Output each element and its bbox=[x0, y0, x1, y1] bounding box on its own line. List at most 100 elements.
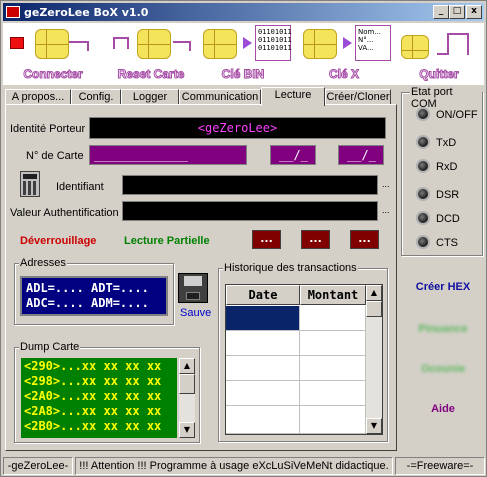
cle-x-label: Clé X bbox=[328, 67, 359, 82]
adc-value: ADC=.... bbox=[26, 296, 84, 310]
blurred-button-2[interactable]: Ocounie bbox=[403, 363, 483, 375]
arrow-right-icon bbox=[243, 37, 252, 49]
minimize-button[interactable]: _ bbox=[433, 5, 449, 19]
status-left: -geZeroLee- bbox=[3, 457, 73, 475]
led-cts-icon bbox=[416, 235, 430, 249]
led-dsr-icon bbox=[416, 187, 430, 201]
status-right: -=Freeware=- bbox=[395, 457, 485, 475]
table-cell[interactable] bbox=[300, 306, 366, 331]
app-icon bbox=[6, 6, 20, 18]
quit-button[interactable]: Quitter bbox=[397, 23, 481, 83]
scroll-thumb[interactable] bbox=[366, 301, 382, 317]
signal-label: CTS bbox=[436, 237, 458, 249]
tab-creer-cloner[interactable]: Créer/Cloner bbox=[325, 89, 391, 105]
main-window: geZeroLee BoX v1.0 _ □ x Connecter Reset… bbox=[0, 0, 487, 477]
table-cell[interactable] bbox=[226, 331, 300, 356]
cle-bin-button[interactable]: 01101011 01101011 01101011 Clé BIN bbox=[199, 23, 292, 83]
scroll-thumb[interactable] bbox=[179, 374, 195, 394]
identite-field: <geZeroLee> bbox=[89, 117, 386, 139]
connect-button[interactable]: Connecter bbox=[5, 23, 101, 83]
red-button-2[interactable]: ... bbox=[301, 230, 330, 249]
montant-column-header[interactable]: Montant bbox=[300, 285, 366, 305]
identifiant-ellipsis[interactable]: ... bbox=[382, 179, 390, 189]
tab-lecture[interactable]: Lecture bbox=[261, 87, 325, 106]
blurred-button-1[interactable]: Pinuance bbox=[403, 323, 483, 335]
title-bar[interactable]: geZeroLee BoX v1.0 _ □ x bbox=[3, 3, 484, 21]
dump-display[interactable]: <290>...xx xx xx xx <298>...xx xx xx xx … bbox=[21, 358, 177, 438]
selected-cell[interactable] bbox=[226, 306, 300, 331]
wire-icon bbox=[173, 41, 191, 51]
wire-icon bbox=[69, 41, 89, 51]
identifiant-label: Identifiant bbox=[56, 181, 104, 193]
adm-value: ADM=.... bbox=[91, 296, 149, 310]
led-on-off-icon bbox=[416, 107, 430, 121]
window-title: geZeroLee BoX v1.0 bbox=[24, 5, 149, 19]
chip-icon bbox=[137, 29, 171, 59]
num-carte-label: N° de Carte bbox=[26, 150, 84, 162]
aide-button[interactable]: Aide bbox=[403, 403, 483, 415]
table-cell[interactable] bbox=[226, 381, 300, 406]
led-dcd-icon bbox=[416, 211, 430, 225]
table-scrollbar[interactable]: ▲ ▼ bbox=[366, 285, 382, 434]
chip-icon bbox=[35, 29, 69, 59]
signal-label: DCD bbox=[436, 213, 460, 225]
dump-line: <2A8>...xx xx xx xx bbox=[24, 404, 162, 418]
creer-hex-button[interactable]: Créer HEX bbox=[403, 281, 483, 293]
identifiant-field[interactable] bbox=[122, 175, 378, 195]
floppy-icon bbox=[184, 276, 202, 286]
toolbar: Connecter Reset Carte 01101011 01101011 … bbox=[3, 23, 484, 85]
signal-label: RxD bbox=[436, 161, 458, 173]
adt-value: ADT=.... bbox=[91, 281, 149, 295]
reset-button[interactable]: Reset Carte bbox=[107, 23, 195, 83]
transactions-table[interactable]: Date Montant ▲ ▼ bbox=[225, 284, 383, 435]
scroll-up-icon[interactable]: ▲ bbox=[366, 285, 382, 301]
chip-icon bbox=[303, 29, 337, 59]
adl-value: ADL=.... bbox=[26, 281, 84, 295]
tab-strip: A propos... Config. Logger Communication… bbox=[5, 87, 393, 106]
table-cell[interactable] bbox=[300, 381, 366, 406]
adresses-title: Adresses bbox=[19, 257, 67, 269]
sauve-label[interactable]: Sauve bbox=[180, 307, 211, 319]
save-button[interactable] bbox=[178, 273, 208, 303]
scroll-down-icon[interactable]: ▼ bbox=[366, 418, 382, 434]
num-carte-field: _____________ bbox=[89, 145, 247, 165]
dump-scrollbar[interactable]: ▲ ▼ bbox=[179, 358, 195, 438]
led-txd-icon bbox=[416, 135, 430, 149]
table-cell[interactable] bbox=[300, 406, 366, 434]
deverrouillage-button[interactable]: Déverrouillage bbox=[20, 235, 96, 247]
valeur-auth-label: Valeur Authentification bbox=[10, 207, 119, 219]
tab-a-propos[interactable]: A propos... bbox=[5, 89, 71, 105]
chip-icon bbox=[401, 35, 429, 59]
red-button-1[interactable]: ... bbox=[252, 230, 281, 249]
adresses-display: ADL=.... ADT=.... ADC=.... ADM=.... bbox=[20, 276, 168, 316]
tab-communication[interactable]: Communication bbox=[179, 89, 261, 105]
lecture-panel: Identité Porteur <geZeroLee> N° de Carte… bbox=[5, 104, 397, 451]
date-column-header[interactable]: Date bbox=[226, 285, 300, 305]
tab-logger[interactable]: Logger bbox=[121, 89, 179, 105]
reset-label: Reset Carte bbox=[117, 67, 185, 82]
historique-title: Historique des transactions bbox=[223, 262, 358, 274]
close-button[interactable]: x bbox=[466, 5, 482, 19]
cle-x-button[interactable]: Nom... N°... VA... Clé X bbox=[299, 23, 391, 83]
status-warning: !!! Attention !!! Programme à usage eXcL… bbox=[75, 457, 393, 475]
table-cell[interactable] bbox=[226, 406, 300, 434]
lecture-partielle-button[interactable]: Lecture Partielle bbox=[124, 235, 210, 247]
signal-label: ON/OFF bbox=[436, 109, 478, 121]
tab-config[interactable]: Config. bbox=[71, 89, 121, 105]
date1-field: __/_ bbox=[270, 145, 316, 165]
table-cell[interactable] bbox=[300, 331, 366, 356]
cle-bin-label: Clé BIN bbox=[221, 67, 265, 82]
scroll-down-icon[interactable]: ▼ bbox=[179, 422, 195, 438]
valeur-auth-ellipsis[interactable]: ... bbox=[382, 205, 390, 215]
calculator-icon[interactable] bbox=[20, 171, 40, 197]
signal-label: DSR bbox=[436, 189, 460, 201]
table-cell[interactable] bbox=[300, 356, 366, 381]
document-icon: Nom... N°... VA... bbox=[355, 25, 391, 61]
dump-line: <2A0>...xx xx xx xx bbox=[24, 389, 162, 403]
table-cell[interactable] bbox=[226, 356, 300, 381]
red-button-3[interactable]: ... bbox=[350, 230, 379, 249]
arrow-right-icon bbox=[343, 37, 352, 49]
maximize-button[interactable]: □ bbox=[449, 5, 465, 19]
valeur-auth-field[interactable] bbox=[122, 201, 378, 221]
scroll-up-icon[interactable]: ▲ bbox=[179, 358, 195, 374]
